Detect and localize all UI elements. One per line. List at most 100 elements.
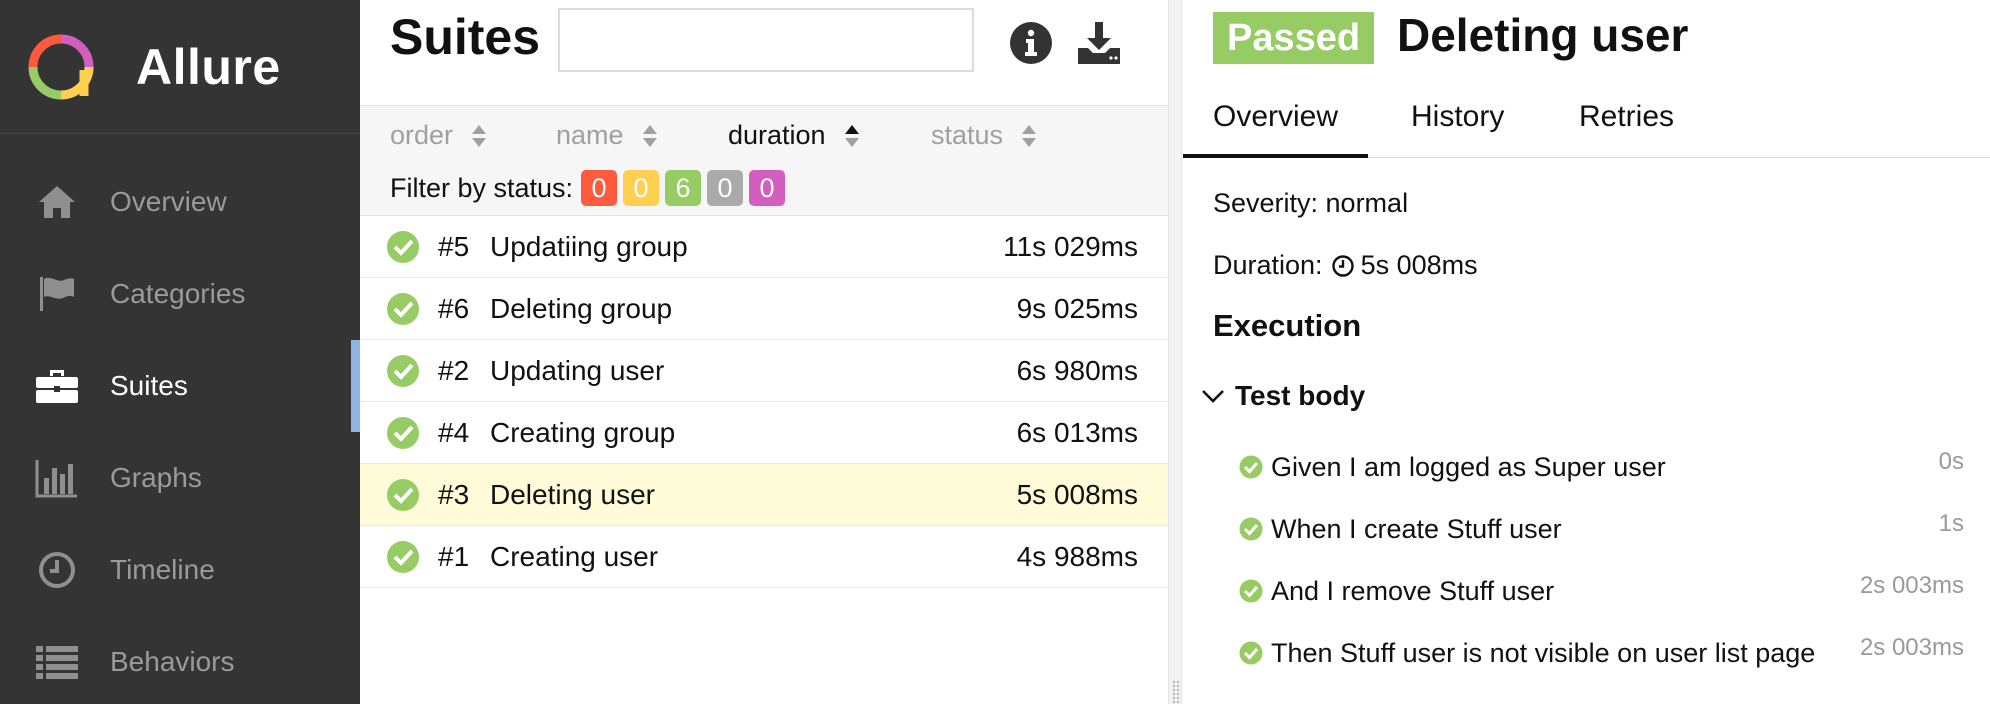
filter-failed-chip[interactable]: 0 [581,170,618,206]
clock-icon [34,547,80,593]
table-row[interactable]: #5 Updatiing group 11s 029ms [360,216,1168,278]
sort-arrows-icon [1022,124,1037,147]
sidebar-item-behaviors[interactable]: Behaviors [0,616,360,708]
test-list: #5 Updatiing group 11s 029ms #6 Deleting… [360,216,1168,588]
sidebar-nav: Overview Categories Suites Graphs Timeli… [0,134,360,708]
status-badge: Passed [1213,12,1375,64]
execution-heading: Execution [1213,308,1362,343]
tab-retries[interactable]: Retries [1549,96,1704,158]
brand[interactable]: Allure [0,0,360,134]
test-name: Creating group [490,416,676,448]
home-icon [34,179,80,225]
search-input[interactable] [558,8,974,72]
table-row-selected[interactable]: #3 Deleting user 5s 008ms [360,464,1168,526]
step-text: And I remove Stuff user [1271,575,1555,606]
bar-chart-icon [34,455,80,501]
allure-logo-icon [28,34,94,99]
passed-check-icon [387,230,419,263]
test-detail-pane: Passed Deleting user Overview History Re… [1183,0,1990,704]
flag-icon [34,271,80,317]
sidebar-item-timeline[interactable]: Timeline [0,524,360,616]
tab-history[interactable]: History [1381,96,1534,158]
sidebar-item-categories[interactable]: Categories [0,248,360,340]
passed-check-icon [387,478,419,511]
table-row[interactable]: #6 Deleting group 9s 025ms [360,278,1168,340]
list-item[interactable]: Given I am logged as Super user 0s [1239,436,1964,498]
chevron-down-icon [1202,390,1224,403]
sort-label: status [931,120,1004,150]
test-duration: 11s 029ms [1003,230,1138,262]
sort-label: name [556,120,624,150]
test-name: Deleting user [490,478,655,510]
filter-unknown-chip[interactable]: 0 [749,170,786,206]
table-row[interactable]: #4 Creating group 6s 013ms [360,402,1168,464]
info-icon[interactable] [1008,20,1054,66]
step-time: 1s [1938,510,1964,537]
sort-by-order[interactable]: order [390,120,487,151]
test-name: Creating user [490,540,659,572]
test-duration: 6s 013ms [1016,416,1138,448]
test-order: #5 [438,230,470,262]
sort-by-status[interactable]: status [931,120,1037,151]
sidebar-item-label: Suites [110,370,188,401]
test-name: Updating user [490,354,665,386]
test-name: Deleting group [490,292,673,324]
sidebar-item-label: Timeline [110,554,215,585]
passed-check-icon [1239,579,1263,603]
passed-check-icon [387,292,419,325]
step-text: Then Stuff user is not visible on user l… [1271,637,1816,668]
duration-line: Duration: 5s 008ms [1213,250,1478,281]
sidebar-item-label: Behaviors [110,646,235,677]
sidebar-item-graphs[interactable]: Graphs [0,432,360,524]
test-order: #3 [438,478,470,510]
tab-overview[interactable]: Overview [1183,96,1369,158]
filter-label: Filter by status: [390,172,574,203]
sort-by-duration[interactable]: duration [728,120,860,151]
sort-label: order [390,120,454,150]
suites-header: Suites [360,0,1168,106]
step-text: Given I am logged as Super user [1271,451,1666,482]
step-list: Given I am logged as Super user 0s When … [1239,436,1964,684]
list-item[interactable]: And I remove Stuff user 2s 003ms [1239,560,1964,622]
list-icon [34,639,80,685]
page-title: Suites [390,9,541,65]
download-icon[interactable] [1076,20,1122,66]
splitter-grip[interactable] [1172,680,1180,704]
sidebar-item-label: Overview [110,186,227,217]
list-item[interactable]: Then Stuff user is not visible on user l… [1239,622,1964,684]
filter-passed-chip[interactable]: 6 [665,170,702,206]
step-time: 2s 003ms [1859,634,1964,661]
test-body-toggle[interactable]: Test body [1201,380,1365,412]
pane-splitter[interactable] [1168,0,1182,704]
sort-arrows-icon [642,124,657,147]
test-title: Deleting user [1397,9,1689,61]
sidebar-item-label: Categories [110,278,246,309]
filter-broken-chip[interactable]: 0 [623,170,660,206]
passed-check-icon [1239,455,1263,479]
table-row[interactable]: #1 Creating user 4s 988ms [360,526,1168,588]
passed-check-icon [1239,641,1263,665]
sort-arrows-icon [472,124,487,147]
status-filter: Filter by status: 0 0 6 0 0 [390,170,791,206]
filter-skipped-chip[interactable]: 0 [707,170,744,206]
sidebar-item-label: Graphs [110,462,202,493]
sidebar-item-suites[interactable]: Suites [0,340,360,432]
table-row[interactable]: #2 Updating user 6s 980ms [360,340,1168,402]
clock-icon [1331,254,1354,277]
sort-desc-icon [844,124,859,147]
sorter-bar: order name duration status Filter by sta… [360,106,1168,216]
brand-name: Allure [136,38,281,95]
test-order: #1 [438,540,470,572]
severity-line: Severity: normal [1213,188,1409,218]
test-order: #4 [438,416,470,448]
test-duration: 6s 980ms [1016,354,1138,386]
passed-check-icon [387,416,419,449]
sort-by-name[interactable]: name [556,120,658,151]
sidebar-item-overview[interactable]: Overview [0,156,360,248]
briefcase-icon [34,363,80,409]
test-body-label: Test body [1235,380,1366,411]
passed-check-icon [387,540,419,573]
test-duration: 9s 025ms [1016,292,1138,324]
sidebar: Allure Overview Categories Suites Graphs [0,0,360,704]
list-item[interactable]: When I create Stuff user 1s [1239,498,1964,560]
